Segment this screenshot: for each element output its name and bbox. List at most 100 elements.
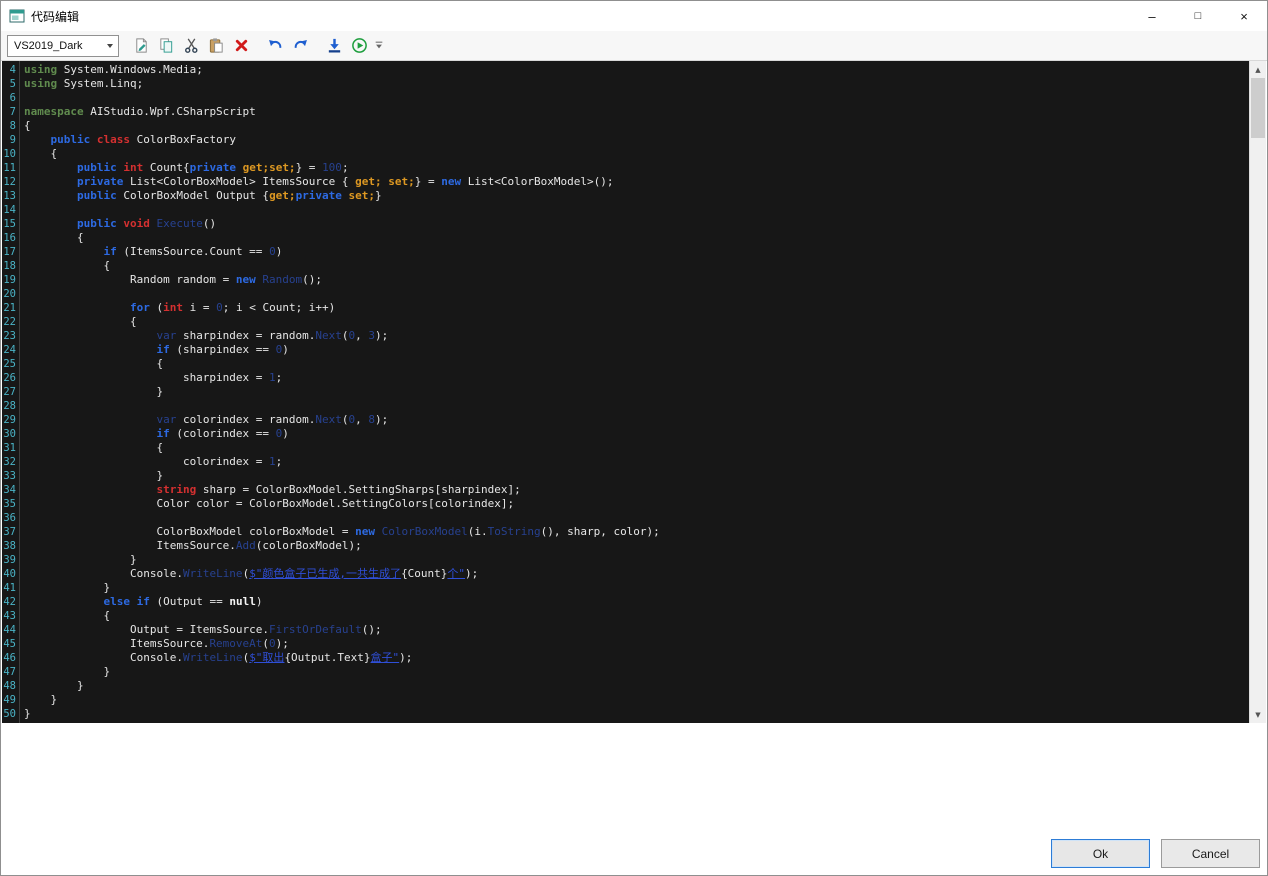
line-number: 9 (2, 133, 19, 147)
line-number: 23 (2, 329, 19, 343)
code-line: { (24, 441, 1266, 455)
code-line: Console.WriteLine($"取出{Output.Text}盒子"); (24, 651, 1266, 665)
code-line: ItemsSource.Add(colorBoxModel); (24, 539, 1266, 553)
code-line: } (24, 693, 1266, 707)
code-line: if (ItemsSource.Count == 0) (24, 245, 1266, 259)
theme-select[interactable]: VS2019_Dark (7, 35, 119, 57)
line-number: 11 (2, 161, 19, 175)
line-number: 47 (2, 665, 19, 679)
code-line: Output = ItemsSource.FirstOrDefault(); (24, 623, 1266, 637)
toolbar: VS2019_Dark (1, 31, 1267, 61)
vertical-scrollbar[interactable]: ▲ ▼ (1249, 61, 1266, 723)
ok-button[interactable]: Ok (1051, 839, 1150, 868)
code-line: } (24, 385, 1266, 399)
redo-icon[interactable] (288, 33, 313, 58)
code-line: { (24, 259, 1266, 273)
toolbar-overflow-icon[interactable] (372, 33, 386, 58)
code-line: { (24, 357, 1266, 371)
code-line (24, 511, 1266, 525)
paste-icon[interactable] (204, 33, 229, 58)
line-number: 33 (2, 469, 19, 483)
app-icon (9, 8, 25, 24)
code-line: } (24, 707, 1266, 721)
scroll-up-arrow-icon[interactable]: ▲ (1250, 61, 1266, 78)
code-line: var sharpindex = random.Next(0, 3); (24, 329, 1266, 343)
line-number: 30 (2, 427, 19, 441)
run-icon[interactable] (347, 33, 372, 58)
maximize-button[interactable]: □ (1175, 1, 1221, 31)
line-number: 36 (2, 511, 19, 525)
save-icon[interactable] (322, 33, 347, 58)
code-line: Console.WriteLine($"颜色盒子已生成,一共生成了{Count}… (24, 567, 1266, 581)
chevron-down-icon (107, 44, 113, 48)
code-line: for (int i = 0; i < Count; i++) (24, 301, 1266, 315)
line-number: 28 (2, 399, 19, 413)
code-line: using System.Linq; (24, 77, 1266, 91)
footer: Ok Cancel (2, 723, 1266, 874)
titlebar: 代码编辑 – □ × (1, 1, 1267, 31)
code-line: { (24, 315, 1266, 329)
code-line: Color color = ColorBoxModel.SettingColor… (24, 497, 1266, 511)
line-number: 16 (2, 231, 19, 245)
code-line (24, 287, 1266, 301)
minimize-button[interactable]: – (1129, 1, 1175, 31)
scroll-thumb[interactable] (1251, 78, 1265, 138)
delete-icon[interactable] (229, 33, 254, 58)
code-line: } (24, 581, 1266, 595)
copy-icon[interactable] (154, 33, 179, 58)
code-lines: using System.Windows.Media;using System.… (20, 61, 1266, 723)
code-line: if (colorindex == 0) (24, 427, 1266, 441)
code-line: Random random = new Random(); (24, 273, 1266, 287)
line-number: 48 (2, 679, 19, 693)
cut-icon[interactable] (179, 33, 204, 58)
code-line: private List<ColorBoxModel> ItemsSource … (24, 175, 1266, 189)
line-number: 43 (2, 609, 19, 623)
line-number: 35 (2, 497, 19, 511)
close-button[interactable]: × (1221, 1, 1267, 31)
line-number: 40 (2, 567, 19, 581)
line-number: 12 (2, 175, 19, 189)
line-number: 20 (2, 287, 19, 301)
cancel-button[interactable]: Cancel (1161, 839, 1260, 868)
code-edit-window: 代码编辑 – □ × VS2019_Dark 45678910111213141… (0, 0, 1268, 876)
code-line (24, 203, 1266, 217)
line-number: 17 (2, 245, 19, 259)
line-number: 18 (2, 259, 19, 273)
code-line: ItemsSource.RemoveAt(0); (24, 637, 1266, 651)
dialog-buttons: Ok Cancel (1051, 839, 1260, 868)
line-number: 7 (2, 105, 19, 119)
line-number: 41 (2, 581, 19, 595)
undo-icon[interactable] (263, 33, 288, 58)
line-numbers: 4567891011121314151617181920212223242526… (2, 61, 20, 723)
line-number: 8 (2, 119, 19, 133)
line-number: 6 (2, 91, 19, 105)
code-line (24, 91, 1266, 105)
line-number: 27 (2, 385, 19, 399)
toolbar-buttons (129, 33, 386, 58)
line-number: 50 (2, 707, 19, 721)
code-line: { (24, 231, 1266, 245)
code-line (24, 399, 1266, 413)
line-number: 29 (2, 413, 19, 427)
code-line: public ColorBoxModel Output {get;private… (24, 189, 1266, 203)
window-title: 代码编辑 (31, 8, 79, 25)
code-line: else if (Output == null) (24, 595, 1266, 609)
line-number: 26 (2, 371, 19, 385)
line-number: 34 (2, 483, 19, 497)
scroll-down-arrow-icon[interactable]: ▼ (1250, 706, 1266, 723)
line-number: 39 (2, 553, 19, 567)
code-editor[interactable]: 4567891011121314151617181920212223242526… (2, 61, 1266, 723)
code-line: } (24, 679, 1266, 693)
new-file-icon[interactable] (129, 33, 154, 58)
line-number: 19 (2, 273, 19, 287)
line-number: 49 (2, 693, 19, 707)
line-number: 31 (2, 441, 19, 455)
line-number: 15 (2, 217, 19, 231)
code-line: using System.Windows.Media; (24, 63, 1266, 77)
code-line: { (24, 147, 1266, 161)
code-line: { (24, 609, 1266, 623)
line-number: 32 (2, 455, 19, 469)
line-number: 44 (2, 623, 19, 637)
line-number: 13 (2, 189, 19, 203)
theme-select-value: VS2019_Dark (14, 40, 83, 52)
